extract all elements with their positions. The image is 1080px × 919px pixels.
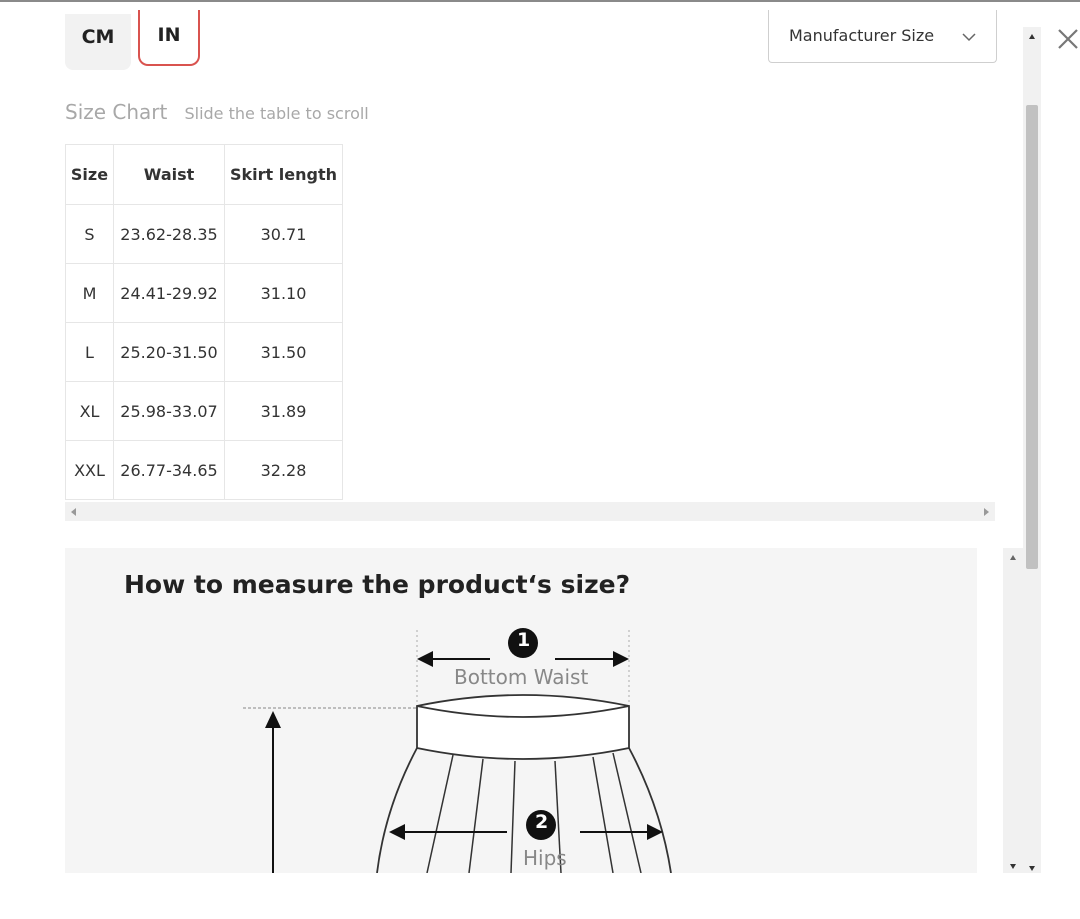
size-select-value: Manufacturer Size — [789, 26, 935, 45]
hips-label: Hips — [523, 846, 567, 870]
cell-skirt-length: 31.89 — [224, 381, 343, 441]
page-scrollbar-thumb[interactable] — [1026, 105, 1038, 569]
size-table: Size Waist Skirt length S 23.62-28.35 30… — [65, 144, 343, 500]
page-scrollbar[interactable] — [1023, 27, 1041, 873]
scroll-down-arrow-icon[interactable] — [1009, 862, 1017, 870]
chevron-down-icon — [962, 33, 976, 42]
size-table-scroll-area[interactable]: Size Waist Skirt length S 23.62-28.35 30… — [65, 144, 995, 522]
cell-size: XL — [65, 381, 114, 441]
cell-waist: 25.98-33.07 — [113, 381, 225, 441]
header-skirt-length: Skirt length — [224, 144, 343, 205]
measure-panel-scrollbar[interactable] — [1003, 548, 1023, 873]
scroll-left-arrow-icon[interactable] — [70, 507, 78, 517]
cell-size: M — [65, 263, 114, 323]
size-chart-title: Size Chart — [65, 100, 168, 124]
close-icon[interactable] — [1055, 26, 1080, 52]
cell-waist: 23.62-28.35 — [113, 204, 225, 264]
cell-size: S — [65, 204, 114, 264]
size-chart-heading: Size Chart Slide the table to scroll — [65, 100, 369, 124]
table-horizontal-scrollbar[interactable] — [65, 502, 995, 521]
table-row: S 23.62-28.35 30.71 — [65, 204, 343, 264]
cell-waist: 24.41-29.92 — [113, 263, 225, 323]
manufacturer-size-select[interactable]: Manufacturer Size — [768, 10, 997, 63]
unit-in-button[interactable]: IN — [138, 10, 200, 66]
cell-waist: 26.77-34.65 — [113, 440, 225, 500]
table-row: XL 25.98-33.07 31.89 — [65, 381, 343, 441]
bottom-waist-label: Bottom Waist — [454, 665, 589, 689]
measure-guide-panel: How to measure the product‘s size? 1 Bot… — [65, 548, 977, 873]
scroll-up-arrow-icon[interactable] — [1027, 32, 1037, 42]
table-row: M 24.41-29.92 31.10 — [65, 263, 343, 323]
step-1-number: 1 — [517, 629, 531, 651]
header-waist: Waist — [113, 144, 225, 205]
scroll-right-arrow-icon[interactable] — [982, 507, 990, 517]
scroll-up-arrow-icon[interactable] — [1009, 554, 1017, 562]
skirt-measure-diagram — [243, 628, 672, 873]
scroll-down-arrow-icon[interactable] — [1027, 863, 1037, 873]
cell-skirt-length: 30.71 — [224, 204, 343, 264]
unit-cm-button[interactable]: CM — [65, 26, 131, 48]
table-header-row: Size Waist Skirt length — [65, 144, 343, 205]
size-chart-hint: Slide the table to scroll — [184, 104, 369, 123]
cell-skirt-length: 31.50 — [224, 322, 343, 382]
table-row: XXL 26.77-34.65 32.28 — [65, 440, 343, 500]
window-top-border — [0, 0, 1080, 2]
cell-size: L — [65, 322, 114, 382]
cell-size: XXL — [65, 440, 114, 500]
unit-toggle: CM IN — [65, 10, 205, 70]
cell-skirt-length: 31.10 — [224, 263, 343, 323]
step-2-number: 2 — [535, 811, 549, 833]
table-row: L 25.20-31.50 31.50 — [65, 322, 343, 382]
cell-skirt-length: 32.28 — [224, 440, 343, 500]
cell-waist: 25.20-31.50 — [113, 322, 225, 382]
header-size: Size — [65, 144, 114, 205]
